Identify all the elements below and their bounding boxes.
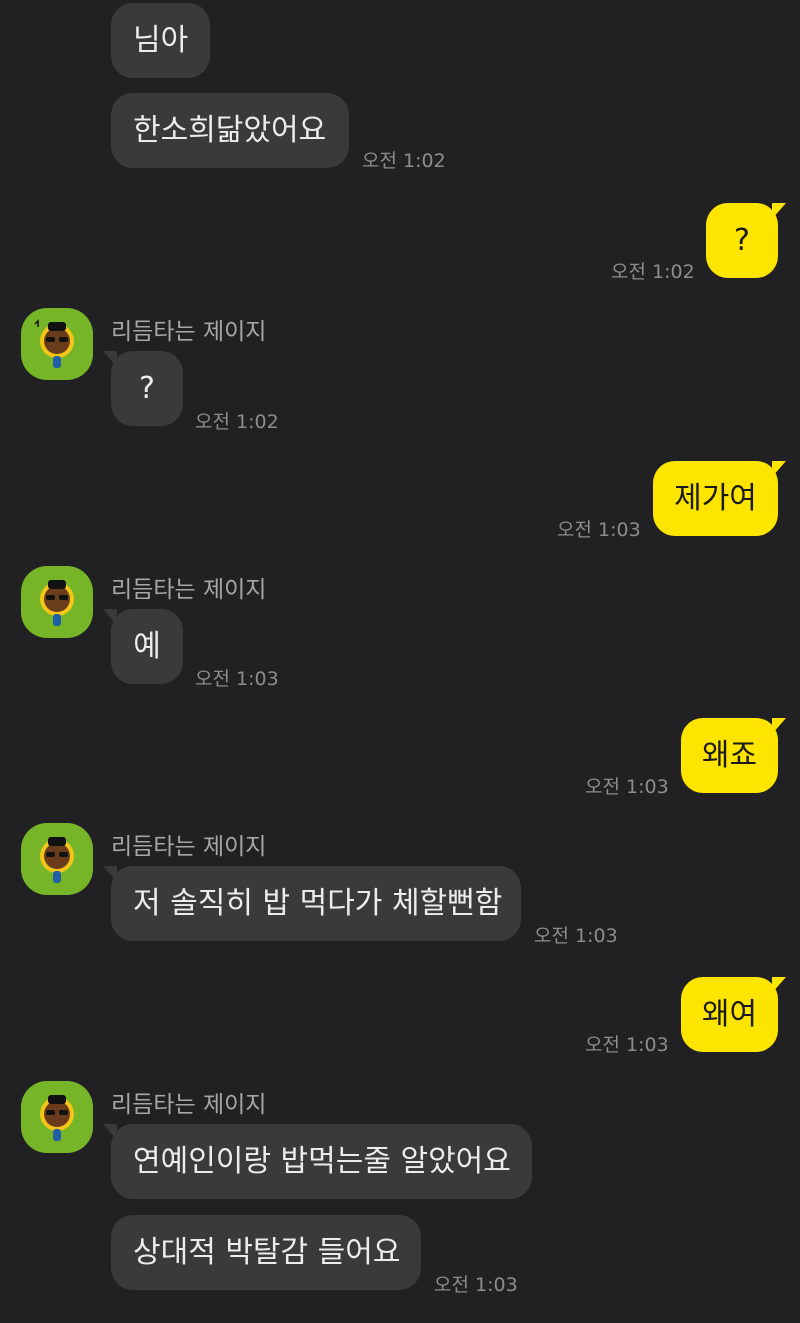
message-bubble[interactable]: 제가여 <box>653 461 786 536</box>
message-bubble[interactable]: 연예인이랑 밥먹는줄 알았어요 <box>103 1124 532 1199</box>
sender-name: 리듬타는 제이지 <box>111 1092 267 1118</box>
message-text: 왜죠 <box>701 737 758 773</box>
sender-name: 리듬타는 제이지 <box>111 319 267 345</box>
message-bubble[interactable]: 저 솔직히 밥 먹다가 체할뻔함 <box>103 866 521 941</box>
message-text: ? <box>139 370 155 406</box>
message-text: 예 <box>133 628 161 664</box>
message-bubble[interactable]: 상대적 박탈감 들어요 <box>111 1215 421 1290</box>
message-text: 제가여 <box>674 480 757 516</box>
character-avatar-icon <box>40 1095 74 1141</box>
character-avatar-icon <box>34 319 74 368</box>
sender-name: 리듬타는 제이지 <box>111 577 267 603</box>
message-timestamp: 오전 1:03 <box>534 925 618 947</box>
message-bubble[interactable]: 한소희닮았어요 <box>111 93 349 168</box>
message-bubble[interactable]: ? <box>103 351 183 426</box>
message-text: 한소희닮았어요 <box>133 112 327 148</box>
character-avatar-icon <box>40 837 74 883</box>
message-bubble[interactable]: ? <box>706 203 786 278</box>
message-text: 님아 <box>133 22 189 58</box>
message-bubble[interactable]: 왜여 <box>681 977 786 1052</box>
message-bubble[interactable]: 님아 <box>111 3 210 78</box>
message-timestamp: 오전 1:03 <box>585 1034 669 1056</box>
message-text: 저 솔직히 밥 먹다가 체할뻔함 <box>133 885 503 921</box>
message-timestamp: 오전 1:02 <box>611 261 695 283</box>
message-timestamp: 오전 1:03 <box>585 776 669 798</box>
message-timestamp: 오전 1:02 <box>362 150 446 172</box>
sender-name: 리듬타는 제이지 <box>111 834 267 860</box>
message-timestamp: 오전 1:03 <box>195 668 279 690</box>
avatar[interactable] <box>21 1081 93 1153</box>
message-text: 상대적 박탈감 들어요 <box>133 1234 401 1270</box>
message-timestamp: 오전 1:03 <box>434 1274 518 1296</box>
message-text: 왜여 <box>701 996 758 1032</box>
message-text: 연예인이랑 밥먹는줄 알았어요 <box>133 1143 511 1179</box>
avatar[interactable] <box>21 823 93 895</box>
avatar[interactable] <box>21 308 93 380</box>
message-timestamp: 오전 1:02 <box>195 411 279 433</box>
character-avatar-icon <box>40 580 74 626</box>
message-bubble[interactable]: 예 <box>103 609 183 684</box>
message-timestamp: 오전 1:03 <box>557 519 641 541</box>
message-bubble[interactable]: 왜죠 <box>681 718 786 793</box>
avatar[interactable] <box>21 566 93 638</box>
message-text: ? <box>734 222 750 258</box>
